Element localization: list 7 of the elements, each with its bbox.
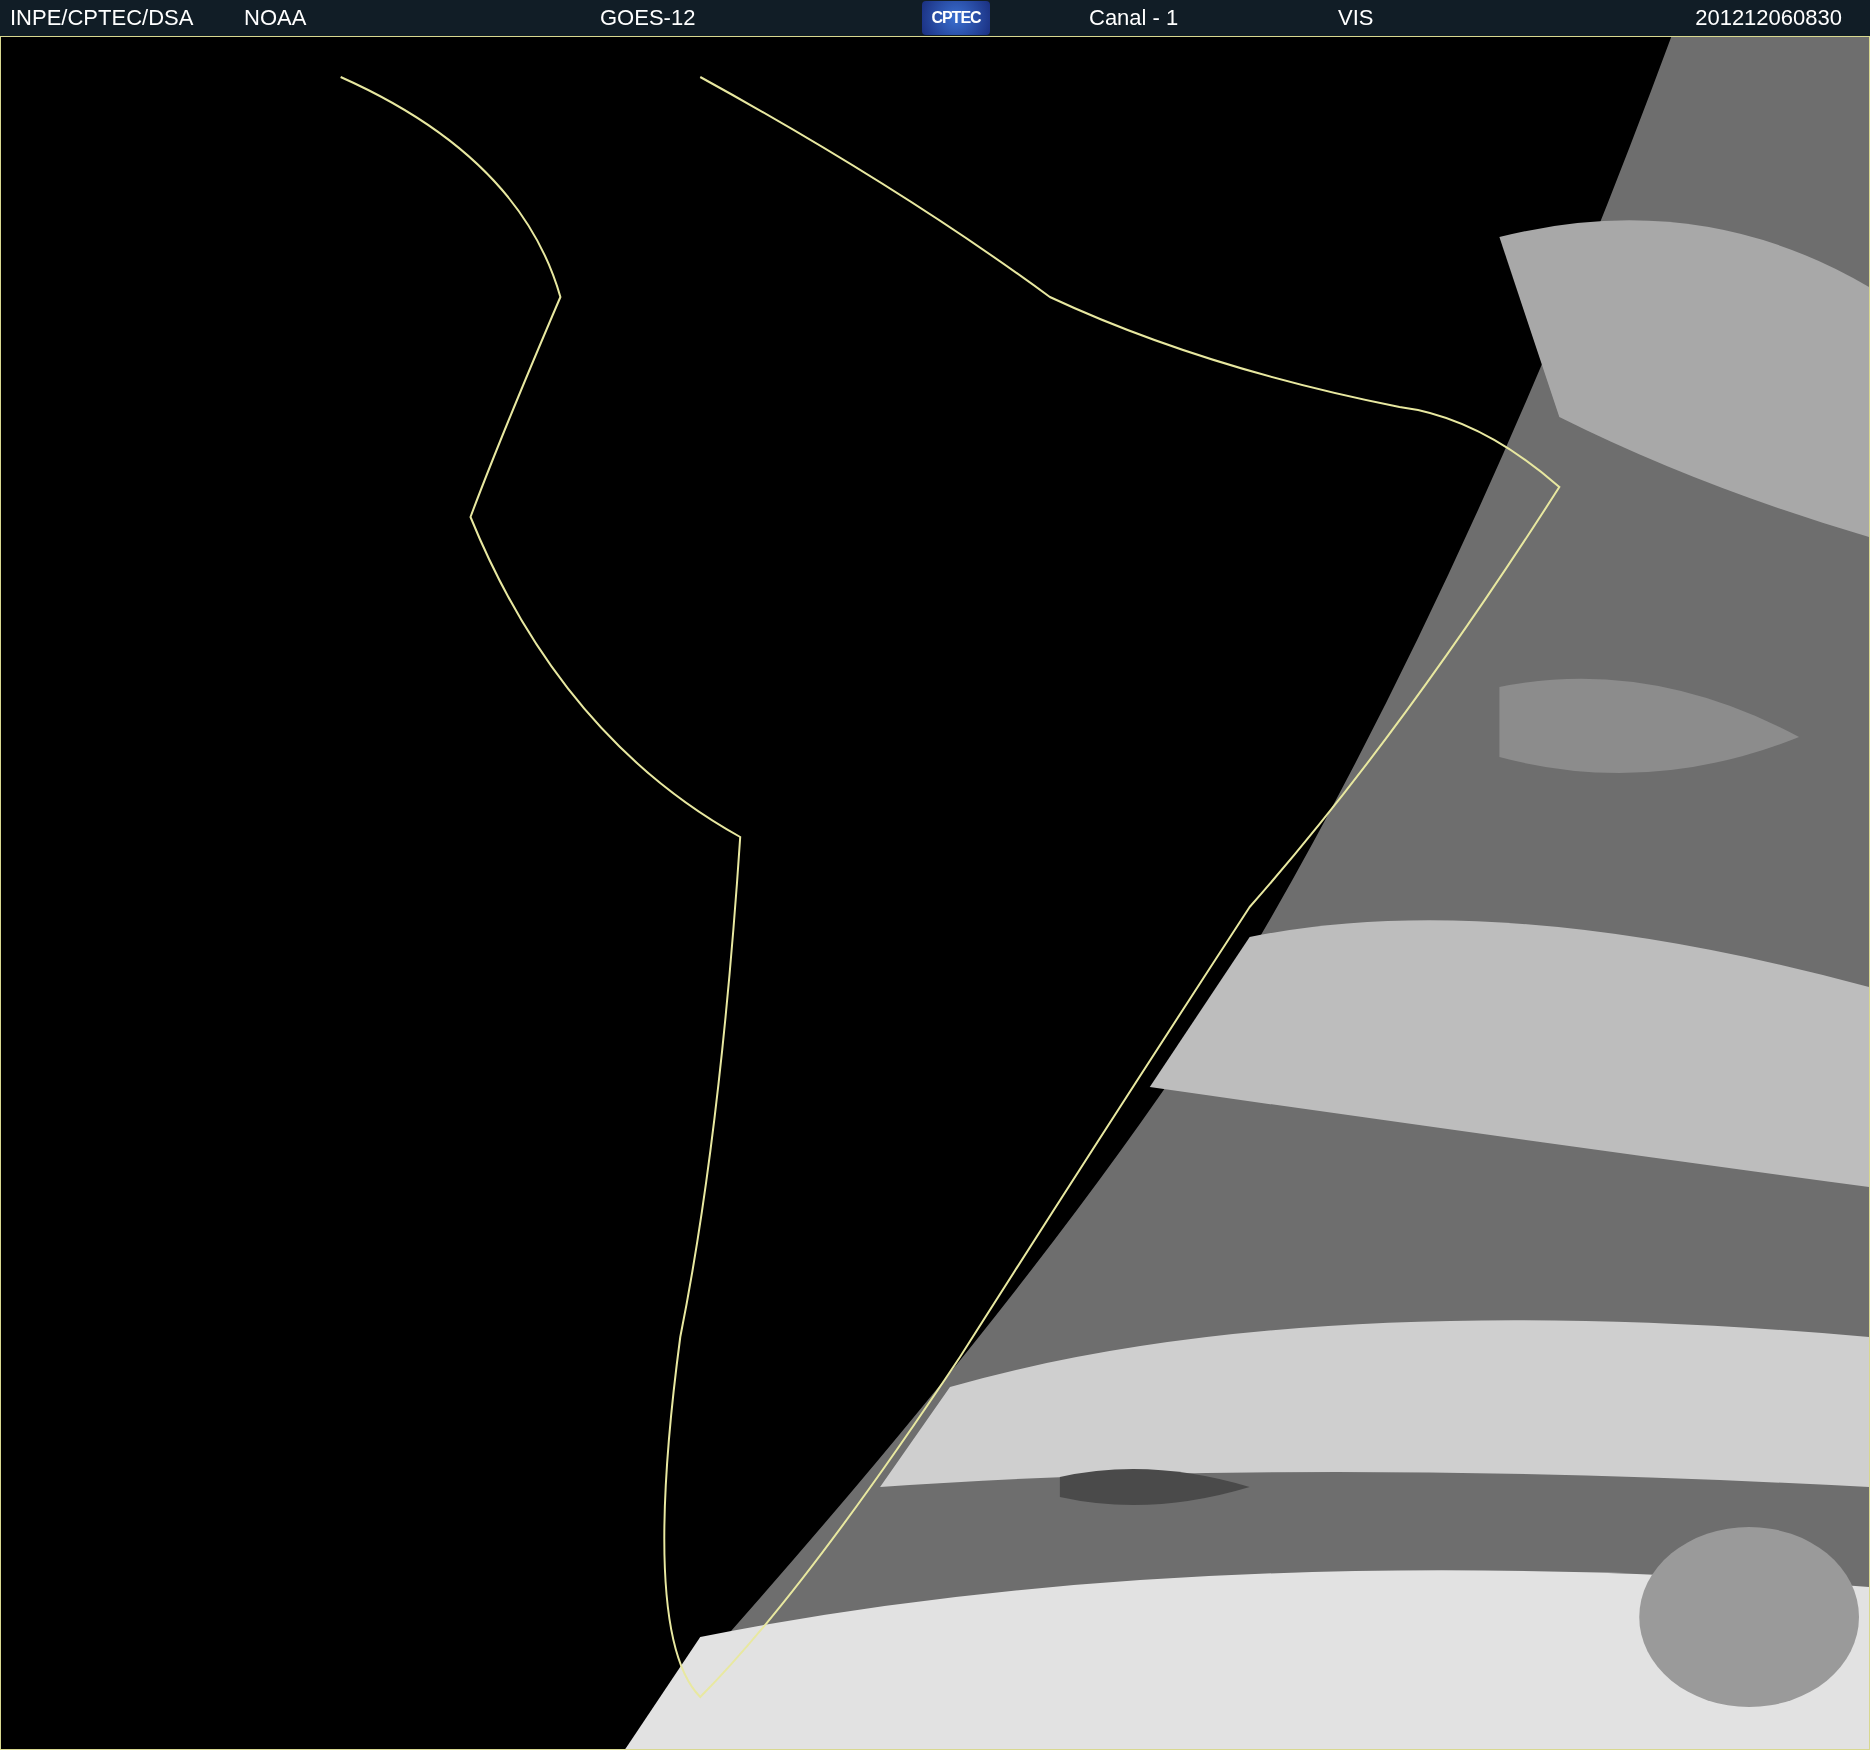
band-label: VIS: [1338, 5, 1374, 31]
channel-label: Canal - 1: [1088, 5, 1179, 31]
timestamp-label: 201212060830: [1695, 5, 1843, 31]
satellite-label: GOES-12: [600, 5, 696, 31]
agency-label: NOAA: [244, 5, 307, 31]
logo: CPTEC: [922, 1, 990, 35]
source-label: INPE/CPTEC/DSA: [10, 5, 194, 31]
